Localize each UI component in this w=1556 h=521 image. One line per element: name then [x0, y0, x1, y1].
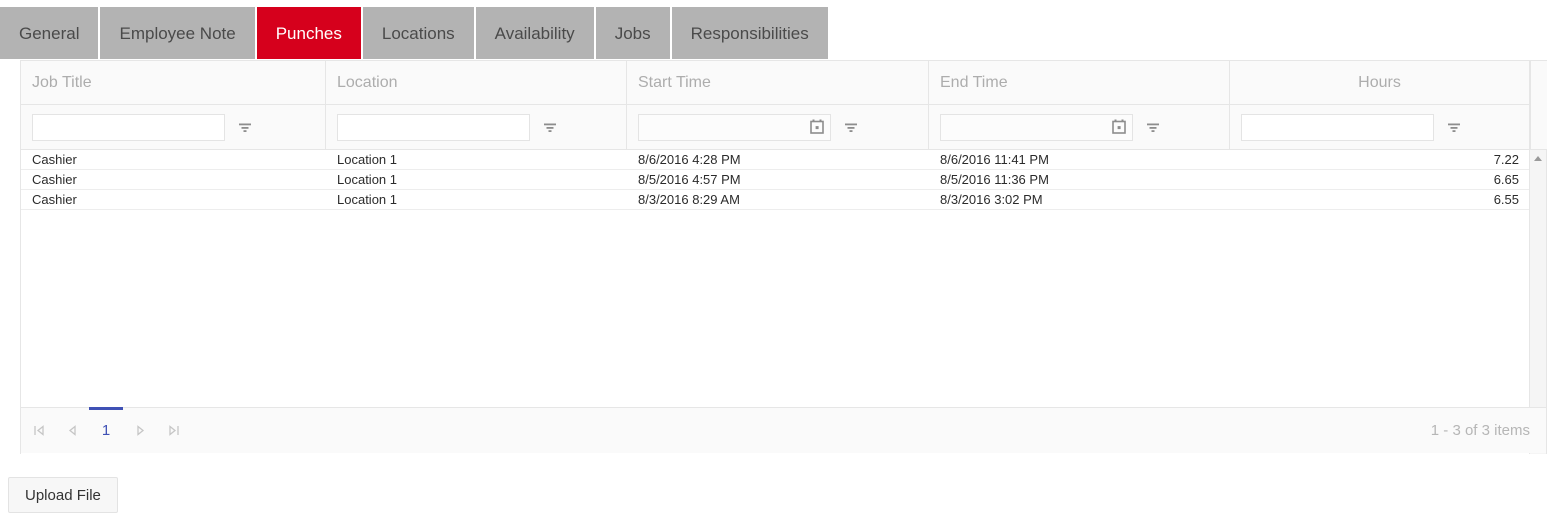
scroll-up-arrow-icon[interactable] — [1530, 150, 1546, 167]
column-header-hours[interactable]: Hours — [1230, 61, 1530, 104]
cell-hours: 6.65 — [1493, 173, 1519, 186]
tab-employee-note[interactable]: Employee Note — [100, 7, 257, 59]
filter-input-hours[interactable] — [1242, 114, 1433, 140]
filter-icon[interactable] — [1143, 117, 1163, 137]
page-number-label: 1 — [101, 422, 111, 439]
tab-jobs[interactable]: Jobs — [595, 7, 672, 59]
table-row[interactable]: Cashier Location 1 8/3/2016 8:29 AM 8/3/201… — [21, 190, 1529, 210]
grid-pager: 1 1 - 3 of 3 items — [21, 407, 1546, 453]
column-header-end-time[interactable]: End Time — [929, 61, 1230, 104]
tab-locations[interactable]: Locations — [362, 7, 476, 59]
header-scroll-spacer — [1530, 61, 1547, 104]
cell-end-time: 8/5/2016 11:36 PM — [940, 173, 1049, 186]
filter-input-wrapper-hours — [1241, 113, 1434, 141]
punches-grid: Job Title Location Start Time End Time Hours… — [20, 60, 1547, 454]
tab-punches[interactable]: Punches — [256, 7, 363, 59]
next-page-icon[interactable] — [123, 408, 157, 454]
tab-general[interactable]: General — [0, 7, 101, 59]
filter-input-end-time[interactable] — [941, 114, 1132, 140]
punches-page: General Employee Note Punches Locations Avai… — [0, 0, 1556, 521]
cell-location: Location 1 — [337, 153, 397, 166]
cell-job-title: Cashier — [32, 173, 77, 186]
filter-input-job-title[interactable] — [33, 114, 224, 140]
cell-job-title: Cashier — [32, 153, 77, 166]
filter-input-wrapper-start-time — [638, 113, 831, 141]
column-header-start-time[interactable]: Start Time — [627, 61, 929, 104]
table-row[interactable]: Cashier Location 1 8/6/2016 4:28 PM 8/6/201… — [21, 150, 1529, 170]
calendar-icon[interactable] — [809, 119, 826, 136]
filter-cell-start-time — [627, 104, 929, 149]
filter-input-location[interactable] — [338, 114, 529, 140]
cell-location: Location 1 — [337, 173, 397, 186]
filter-input-start-time[interactable] — [639, 114, 830, 140]
cell-start-time: 8/3/2016 8:29 AM — [638, 193, 740, 206]
grid-filter-row — [21, 104, 1547, 149]
calendar-icon[interactable] — [1111, 119, 1128, 136]
tab-responsibilities[interactable]: Responsibilities — [671, 7, 828, 59]
cell-job-title: Cashier — [32, 193, 77, 206]
column-header-job-title[interactable]: Job Title — [21, 61, 326, 104]
filter-cell-location — [326, 104, 627, 149]
pager-item-count: 1 - 3 of 3 items — [1430, 422, 1530, 439]
filter-input-wrapper-end-time — [940, 113, 1133, 141]
cell-location: Location 1 — [337, 193, 397, 206]
filter-cell-hours — [1230, 104, 1530, 149]
cell-start-time: 8/5/2016 4:57 PM — [638, 173, 741, 186]
cell-hours: 6.55 — [1493, 193, 1519, 206]
filter-icon[interactable] — [841, 117, 861, 137]
filter-scroll-spacer — [1530, 104, 1547, 149]
cell-hours: 7.22 — [1493, 153, 1519, 166]
column-header-location[interactable]: Location — [326, 61, 627, 104]
previous-page-icon[interactable] — [55, 408, 89, 454]
filter-icon[interactable] — [1444, 117, 1464, 137]
upload-file-button[interactable]: Upload File — [8, 477, 118, 513]
first-page-icon[interactable] — [21, 408, 55, 454]
cell-end-time: 8/3/2016 3:02 PM — [940, 193, 1043, 206]
tab-availability[interactable]: Availability — [475, 7, 596, 59]
filter-cell-end-time — [929, 104, 1230, 149]
grid-header-titles: Job Title Location Start Time End Time Hours — [21, 61, 1547, 104]
filter-input-wrapper-job-title — [32, 113, 225, 141]
tab-strip: General Employee Note Punches Locations Avai… — [0, 7, 828, 59]
filter-input-wrapper-location — [337, 113, 530, 141]
filter-cell-job-title — [21, 104, 326, 149]
grid-header: Job Title Location Start Time End Time Hours — [21, 61, 1547, 150]
cell-end-time: 8/6/2016 11:41 PM — [940, 153, 1049, 166]
filter-icon[interactable] — [235, 117, 255, 137]
page-number-1[interactable]: 1 — [89, 408, 123, 454]
cell-start-time: 8/6/2016 4:28 PM — [638, 153, 741, 166]
table-row[interactable]: Cashier Location 1 8/5/2016 4:57 PM 8/5/201… — [21, 170, 1529, 190]
last-page-icon[interactable] — [157, 408, 191, 454]
filter-icon[interactable] — [540, 117, 560, 137]
